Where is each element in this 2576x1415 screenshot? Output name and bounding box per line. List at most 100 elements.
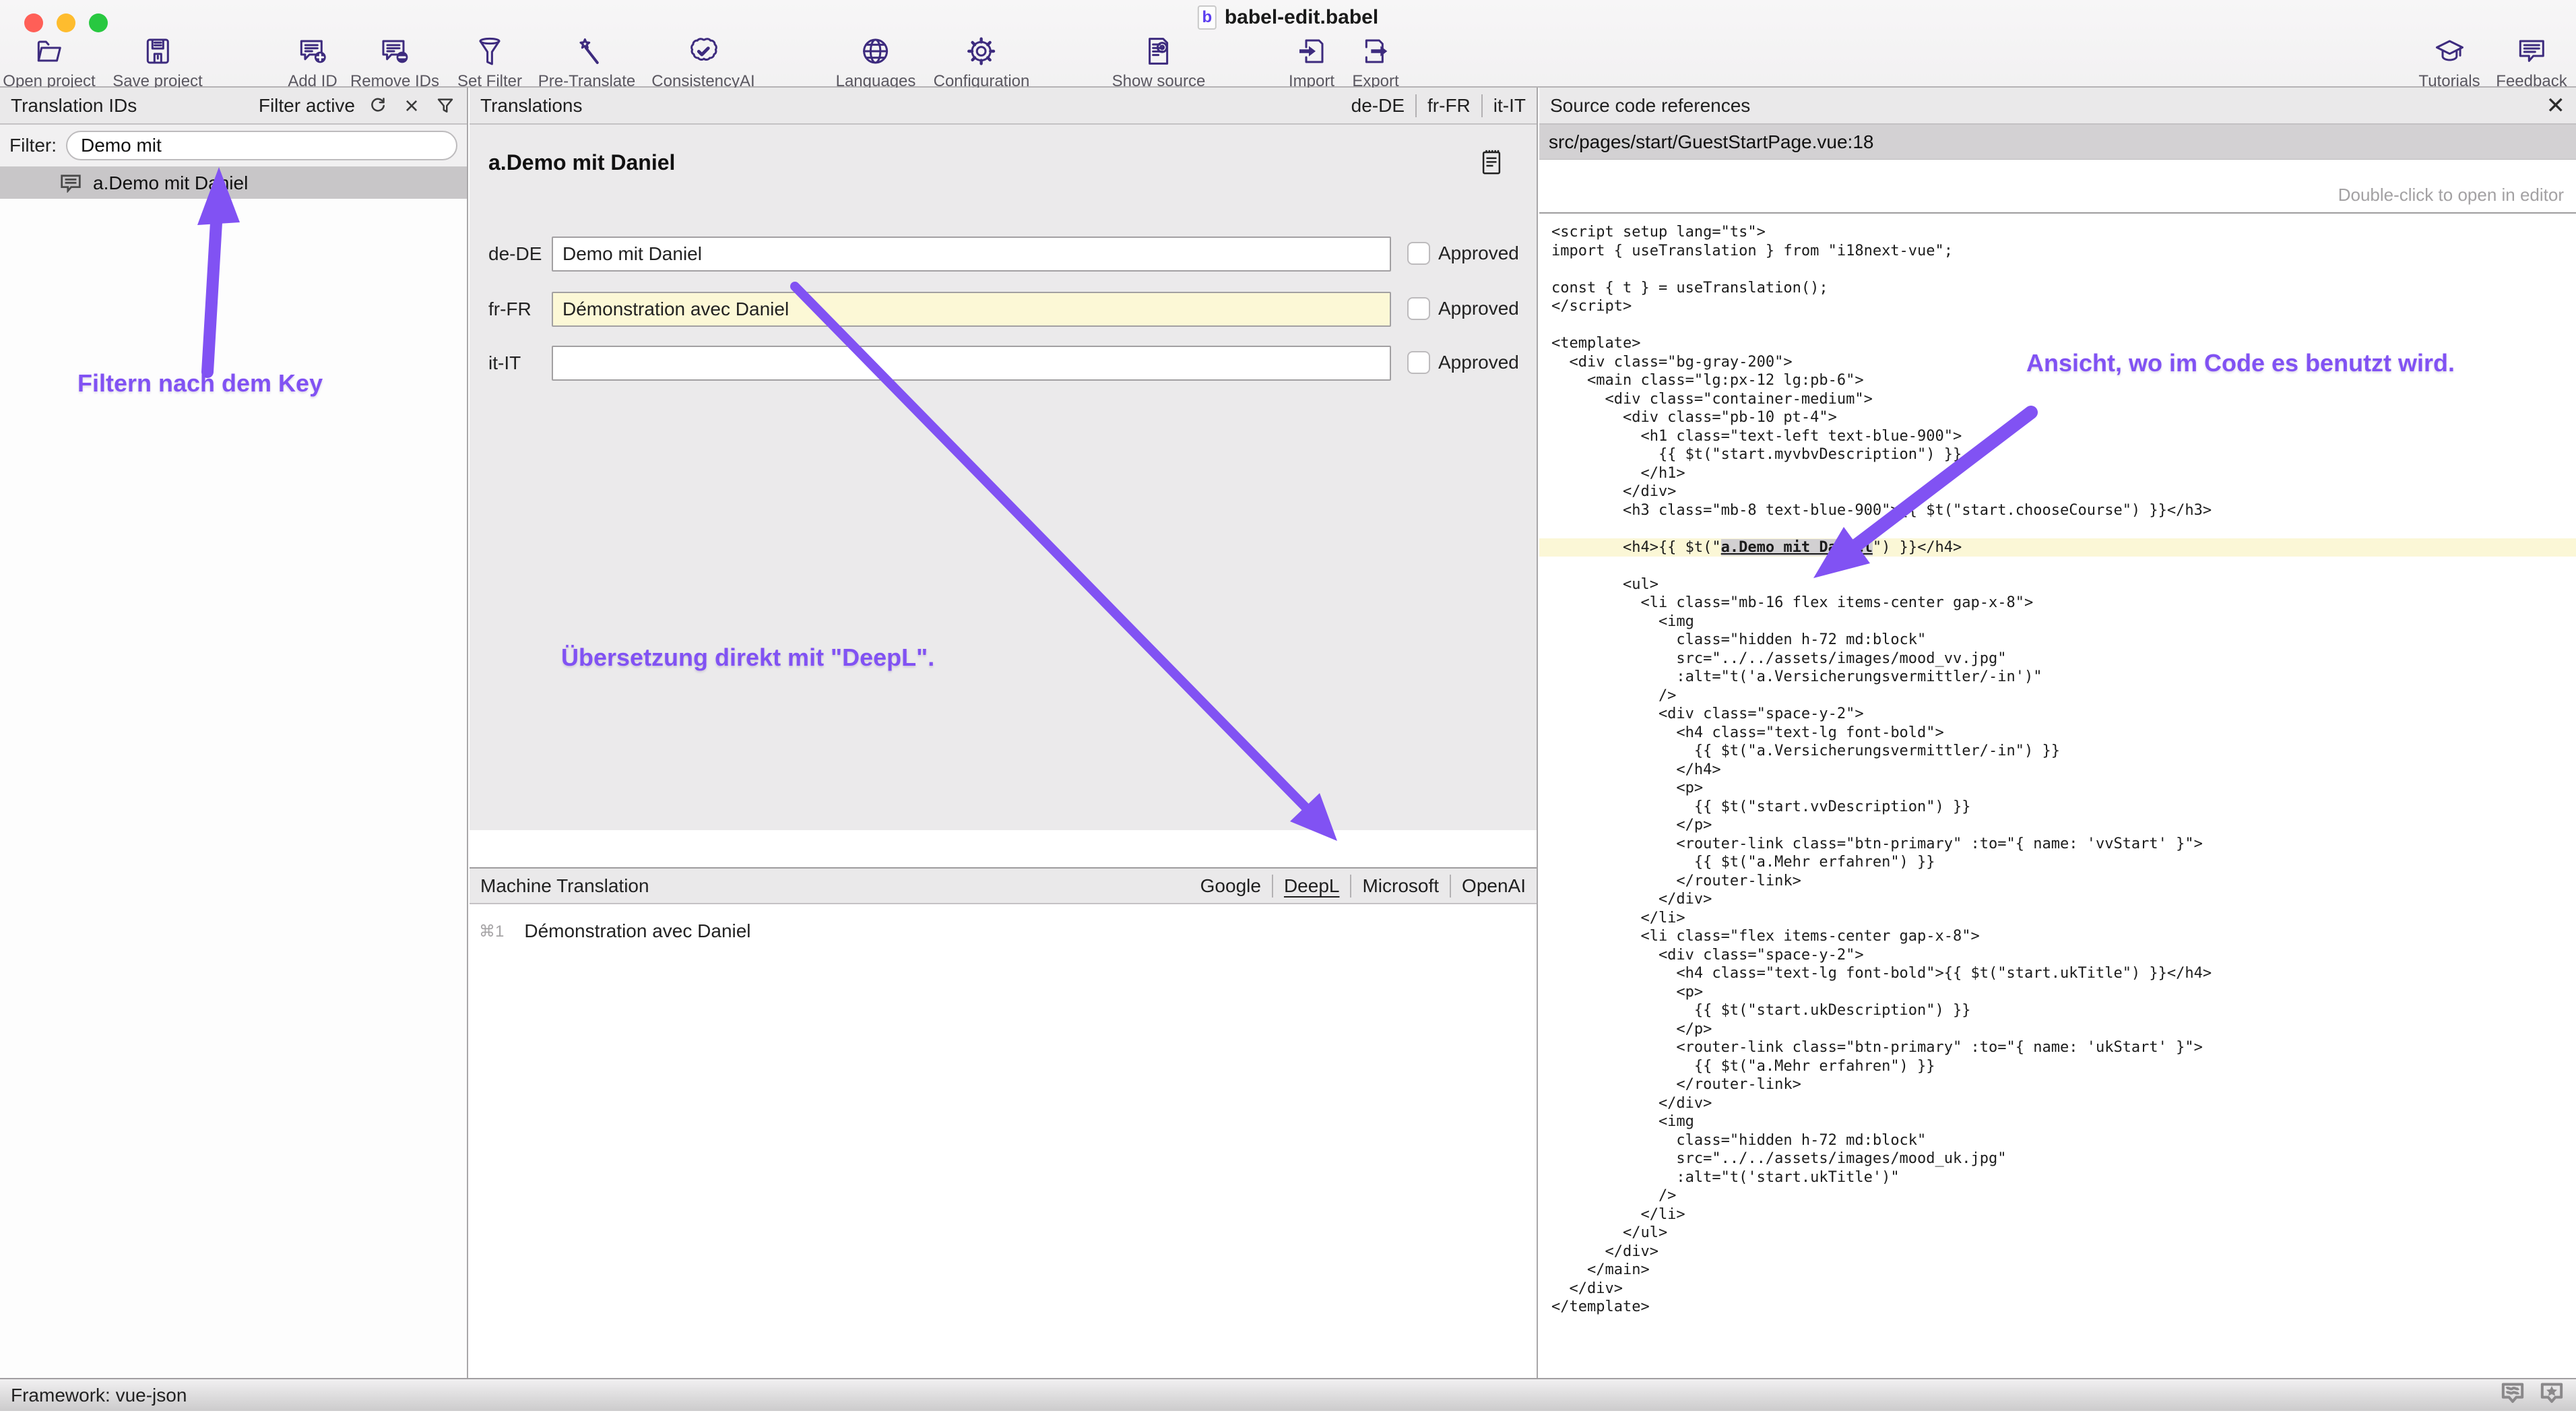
translations-header: Translations de-DE fr-FR it-IT: [470, 88, 1537, 125]
code-line: <li class="mb-16 flex items-center gap-x…: [1539, 594, 2576, 612]
tab-it-IT[interactable]: it-IT: [1493, 95, 1526, 117]
provider-microsoft[interactable]: Microsoft: [1362, 875, 1439, 897]
code-line: <script setup lang="ts">: [1539, 223, 2576, 242]
add-id-button[interactable]: Add ID: [288, 35, 337, 91]
filter-funnel-icon[interactable]: [434, 95, 456, 117]
approved-checkbox-de[interactable]: [1407, 242, 1430, 265]
mt-suggestion-row[interactable]: ⌘1 Démonstration avec Daniel: [470, 916, 1537, 946]
brain-check-icon: [687, 35, 719, 69]
code-view[interactable]: <script setup lang="ts">import { useTran…: [1539, 215, 2576, 1378]
code-line: class="hidden h-72 md:block": [1539, 1131, 2576, 1150]
code-line: {{ $t("start.ukDescription") }}: [1539, 1001, 2576, 1020]
open-in-editor-hint: Double-click to open in editor: [2338, 185, 2564, 206]
code-line: </div>: [1539, 1280, 2576, 1298]
consistency-ai-button[interactable]: ConsistencyAI: [651, 35, 754, 91]
source-code-header: Source code references ✕: [1539, 88, 2576, 125]
minimize-window-button[interactable]: [57, 13, 75, 32]
languages-button[interactable]: Languages: [836, 35, 916, 91]
globe-icon: [860, 35, 892, 69]
filter-input[interactable]: [66, 131, 457, 160]
refresh-icon[interactable]: [367, 95, 389, 117]
code-line: </router-link>: [1539, 1075, 2576, 1094]
magic-wand-icon: [571, 35, 603, 69]
translation-row-fr: fr-FR Approved: [470, 292, 1537, 327]
code-line: src="../../assets/images/mood_uk.jpg": [1539, 1150, 2576, 1168]
save-project-button[interactable]: Save project: [112, 35, 202, 91]
code-line: </ul>: [1539, 1224, 2576, 1243]
code-line: />: [1539, 687, 2576, 705]
window-title: b babel-edit.babel: [1198, 3, 1378, 32]
code-line: </router-link>: [1539, 872, 2576, 891]
filter-active-status: Filter active: [259, 95, 355, 117]
code-line: {{ $t("start.myvbvDescription") }}: [1539, 445, 2576, 464]
code-line: </p>: [1539, 816, 2576, 835]
approved-checkbox-it[interactable]: [1407, 351, 1430, 374]
translation-input-fr[interactable]: [552, 292, 1391, 327]
code-line: <div class="space-y-2">: [1539, 705, 2576, 724]
configuration-button[interactable]: Configuration: [934, 35, 1030, 91]
code-line: {{ $t("start.vvDescription") }}: [1539, 798, 2576, 817]
code-line: <p>: [1539, 983, 2576, 1002]
provider-google[interactable]: Google: [1200, 875, 1261, 897]
translations-body: a.Demo mit Daniel de-DE Approved fr-FR A…: [470, 125, 1537, 830]
remove-ids-button[interactable]: Remove IDs: [350, 35, 439, 91]
tab-de-DE[interactable]: de-DE: [1351, 95, 1405, 117]
code-line: <h4 class="text-lg font-bold">{{ $t("sta…: [1539, 964, 2576, 983]
translation-ids-title: Translation IDs: [11, 95, 137, 117]
provider-deepl[interactable]: DeepL: [1284, 875, 1340, 897]
import-icon: [1295, 35, 1328, 69]
annotation-code-note: Ansicht, wo im Code es benutzt wird.: [2026, 349, 2455, 377]
source-code-title: Source code references: [1550, 95, 1750, 117]
tab-separator: [1272, 875, 1273, 898]
code-line: </div>: [1539, 1094, 2576, 1113]
feedback-button[interactable]: Feedback: [2496, 35, 2567, 91]
pre-translate-button[interactable]: Pre-Translate: [538, 35, 636, 91]
export-icon: [1359, 35, 1392, 69]
code-line: </div>: [1539, 1243, 2576, 1261]
code-line: class="hidden h-72 md:block": [1539, 631, 2576, 650]
code-line: <img: [1539, 612, 2576, 631]
close-window-button[interactable]: [24, 13, 43, 32]
code-line: [1539, 557, 2576, 575]
tab-separator: [1415, 94, 1417, 117]
notepad-icon[interactable]: [1481, 149, 1502, 179]
zoom-window-button[interactable]: [89, 13, 108, 32]
translation-id-label: a.Demo mit Daniel: [93, 172, 248, 194]
approved-checkbox-fr[interactable]: [1407, 297, 1430, 320]
highlighted-translation-key[interactable]: a.Demo mit Daniel: [1721, 539, 1873, 556]
code-line: </script>: [1539, 297, 2576, 316]
framework-status: Framework: vue-json: [11, 1385, 187, 1406]
tab-fr-FR[interactable]: fr-FR: [1427, 95, 1471, 117]
bubble-minus-icon: [379, 35, 411, 69]
set-filter-button[interactable]: Set Filter: [457, 35, 522, 91]
translations-title: Translations: [480, 95, 582, 117]
code-line: </h1>: [1539, 464, 2576, 483]
import-button[interactable]: Import: [1289, 35, 1334, 91]
annotation-deepl-note: Übersetzung direkt mit "DeepL".: [561, 643, 934, 672]
close-panel-icon[interactable]: ✕: [2546, 94, 2566, 117]
translation-id-item[interactable]: a.Demo mit Daniel: [0, 168, 467, 199]
source-reference-row[interactable]: src/pages/start/GuestStartPage.vue:18: [1539, 125, 2576, 160]
approved-label: Approved: [1438, 352, 1519, 373]
show-source-button[interactable]: Show source: [1112, 35, 1206, 91]
translations-panel: Translations de-DE fr-FR it-IT a.Demo mi…: [470, 88, 1538, 1378]
sync-bubble-icon[interactable]: [2499, 1379, 2526, 1411]
source-code-panel: Source code references ✕ src/pages/start…: [1539, 88, 2576, 1378]
export-button[interactable]: Export: [1352, 35, 1398, 91]
status-bar: Framework: vue-json: [0, 1378, 2576, 1411]
hint-block: Double-click to open in editor: [1539, 160, 2576, 214]
translation-input-it[interactable]: [552, 346, 1391, 381]
provider-openai[interactable]: OpenAI: [1462, 875, 1526, 897]
tutorials-button[interactable]: Tutorials: [2418, 35, 2480, 91]
open-project-button[interactable]: Open project: [3, 35, 95, 91]
code-line: <div class="space-y-2">: [1539, 946, 2576, 965]
translation-ids-header: Translation IDs Filter active ×: [0, 88, 467, 125]
clear-filter-icon[interactable]: ×: [401, 95, 422, 117]
comment-icon: [59, 174, 82, 193]
star-bubble-icon[interactable]: [2538, 1379, 2565, 1411]
code-lines: <script setup lang="ts">import { useTran…: [1539, 215, 2576, 1317]
code-line: <div class="container-medium">: [1539, 390, 2576, 409]
tab-separator: [1481, 94, 1483, 117]
machine-translation-header: Machine Translation Google DeepL Microso…: [470, 867, 1537, 904]
translation-input-de[interactable]: [552, 237, 1391, 272]
